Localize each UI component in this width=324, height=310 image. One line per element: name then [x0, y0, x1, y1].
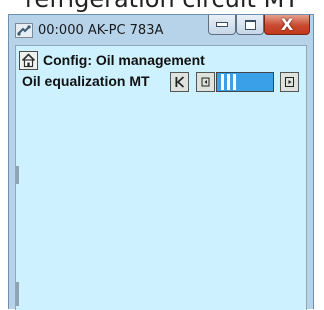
home-button[interactable] — [19, 51, 38, 70]
first-icon — [175, 76, 185, 88]
scroll-marker — [16, 282, 19, 306]
app-window: 00:000 AK-PC 783A X Config: Oil manageme… — [8, 14, 314, 310]
app-icon[interactable] — [15, 23, 33, 38]
previous-icon — [201, 77, 210, 87]
first-button[interactable] — [170, 72, 189, 92]
value-bar — [221, 74, 224, 90]
minimize-button[interactable] — [208, 15, 236, 35]
scroll-marker — [16, 166, 19, 184]
value-bars — [221, 74, 251, 90]
home-icon — [21, 53, 36, 68]
close-button[interactable]: X — [264, 15, 310, 35]
background-caption: refrigeration circuit MT — [0, 0, 324, 14]
remote-connection-icon — [17, 25, 31, 36]
next-icon — [285, 77, 294, 87]
config-panel: Config: Oil management Oil equalization … — [15, 45, 307, 310]
minimize-icon — [216, 22, 228, 27]
value-bar — [227, 74, 230, 90]
window-title: 00:000 AK-PC 783A — [38, 23, 164, 38]
value-bar — [233, 74, 236, 90]
value-field[interactable] — [216, 72, 274, 92]
parameter-label: Oil equalization MT — [22, 73, 150, 89]
title-bar[interactable]: 00:000 AK-PC 783A X — [9, 15, 313, 45]
next-button[interactable] — [280, 72, 299, 92]
maximize-button[interactable] — [236, 15, 264, 35]
page-title: Config: Oil management — [43, 52, 205, 68]
close-icon: X — [280, 14, 294, 34]
maximize-icon — [244, 19, 256, 30]
previous-button[interactable] — [196, 72, 215, 92]
